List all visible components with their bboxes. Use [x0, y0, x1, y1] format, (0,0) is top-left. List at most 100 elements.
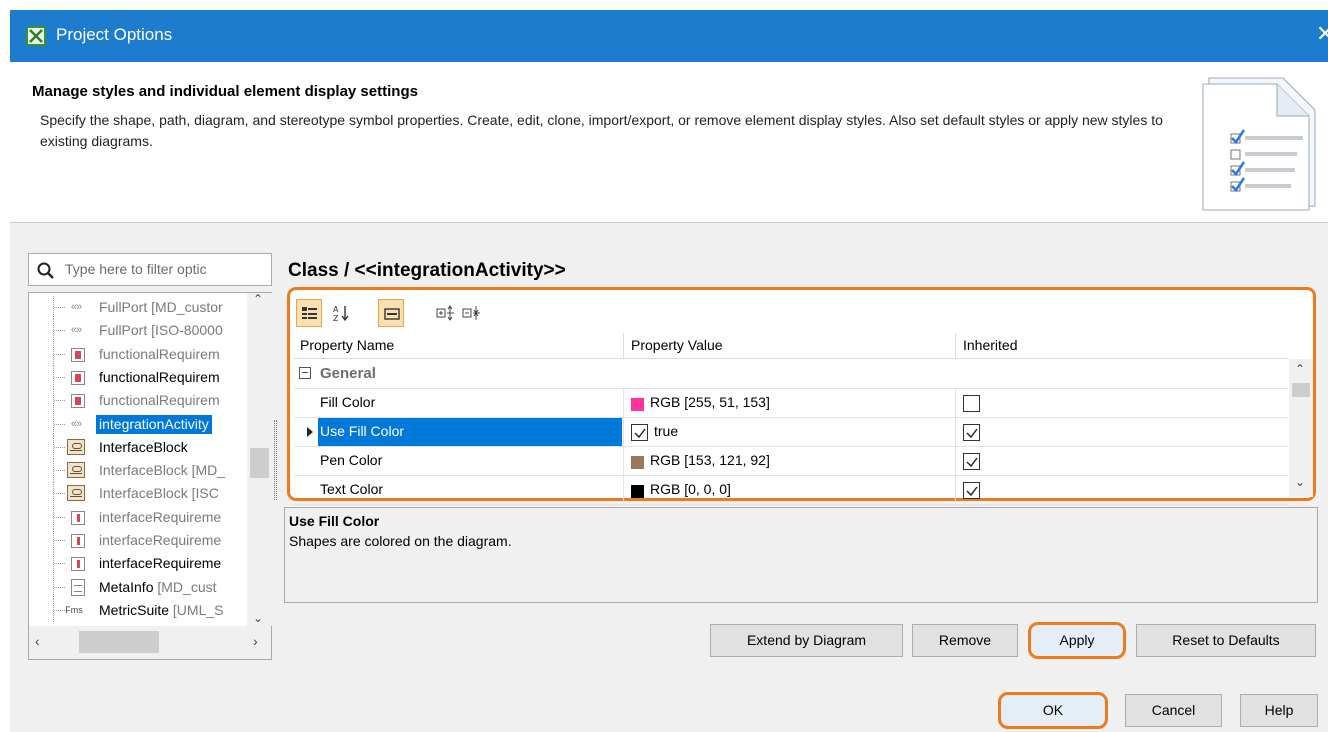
scroll-down-icon[interactable]: ⌄: [253, 611, 263, 625]
tree-scroll-thumb[interactable]: [250, 448, 269, 478]
tree-item[interactable]: functionalRequirem: [29, 365, 259, 389]
stereotype-icon: «»: [70, 301, 82, 313]
pane-splitter[interactable]: [274, 420, 277, 500]
tree-item[interactable]: Fms MetricSuite [UML_S: [29, 598, 259, 622]
tree-item[interactable]: InterfaceBlock [ISC: [29, 482, 259, 506]
search-icon: [37, 262, 54, 279]
title-bar: Project Options ✕: [10, 10, 1328, 62]
metric-suite-icon: Fms: [65, 604, 83, 615]
reset-to-defaults-button[interactable]: Reset to Defaults: [1136, 624, 1316, 657]
tree-vertical-scrollbar[interactable]: ⌃ ⌄: [247, 292, 272, 626]
property-toolbar: A Z: [292, 292, 1292, 332]
property-value-checkbox[interactable]: [631, 424, 648, 441]
filter-placeholder: Type here to filter optic: [65, 261, 207, 277]
svg-text:Z: Z: [333, 314, 339, 322]
tree-item[interactable]: functionalRequirem: [29, 342, 259, 366]
window-title: Project Options: [56, 25, 173, 44]
tree-item-label: interfaceRequireme: [99, 555, 222, 572]
tree-item-label: FullPort [MD_custor: [99, 299, 223, 315]
expand-all-button[interactable]: [432, 299, 458, 327]
requirement-icon: [71, 347, 85, 362]
sort-alphabetical-button[interactable]: A Z: [328, 299, 354, 327]
tree-item-label: functionalRequirem: [99, 368, 220, 385]
collapse-group-icon[interactable]: −: [299, 367, 311, 379]
description-icon: [384, 308, 400, 320]
property-row[interactable]: Pen Color RGB [153, 121, 92]: [294, 447, 1288, 476]
categorized-icon: [302, 307, 317, 319]
tree-item[interactable]: «» FullPort [MD_custor: [29, 296, 259, 319]
color-swatch: [631, 456, 644, 469]
property-description-box: Use Fill Color Shapes are colored on the…: [284, 507, 1318, 603]
scroll-left-icon[interactable]: ‹: [35, 633, 40, 649]
tree-item[interactable]: interfaceRequireme: [29, 505, 259, 529]
tree-item[interactable]: functionalRequirem: [29, 389, 259, 413]
property-row[interactable]: Use Fill Color true: [294, 418, 1288, 447]
property-table-scrollbar[interactable]: ⌃ ⌄: [1289, 359, 1313, 497]
scroll-up-icon[interactable]: ⌃: [1295, 362, 1305, 376]
expand-all-icon: [436, 305, 454, 321]
tree-item-label: interfaceRequireme: [99, 508, 222, 525]
extend-by-diagram-button[interactable]: Extend by Diagram: [710, 624, 903, 657]
tree-item[interactable]: InterfaceBlock [MD_: [29, 459, 259, 483]
property-row[interactable]: Text Color RGB [0, 0, 0]: [294, 476, 1288, 505]
tree-item[interactable]: «» integrationActivity: [29, 412, 259, 436]
group-row-general[interactable]: − General: [294, 360, 1288, 389]
property-value[interactable]: true: [654, 423, 678, 439]
requirement-icon: [71, 370, 85, 385]
tree-item-label: functionalRequirem: [99, 392, 220, 409]
scroll-right-icon[interactable]: ›: [253, 633, 258, 649]
inherited-checkbox[interactable]: [963, 424, 980, 441]
categorized-view-button[interactable]: [296, 299, 322, 327]
tree-item-label: InterfaceBlock: [99, 438, 188, 455]
description-title: Use Fill Color: [289, 513, 380, 529]
tree-item[interactable]: «» FullPort [ISO-80000: [29, 319, 259, 343]
ok-button[interactable]: OK: [998, 692, 1108, 729]
header-title: Manage styles and individual element dis…: [32, 83, 418, 100]
inherited-checkbox[interactable]: [963, 482, 980, 499]
remove-button[interactable]: Remove: [912, 624, 1018, 657]
checklist-illustration-icon: [1197, 74, 1321, 214]
tree-item[interactable]: MetaInfo [MD_cust: [29, 575, 259, 599]
interface-block-icon: [67, 485, 85, 502]
cancel-button[interactable]: Cancel: [1125, 694, 1222, 727]
inherited-checkbox[interactable]: [963, 453, 980, 470]
tree-item[interactable]: interfaceRequireme: [29, 552, 259, 576]
color-swatch: [631, 485, 644, 498]
help-button[interactable]: Help: [1240, 694, 1318, 727]
filter-input[interactable]: Type here to filter optic: [28, 253, 272, 286]
property-scroll-thumb[interactable]: [1292, 383, 1310, 397]
tree-item-label: InterfaceBlock [ISC: [99, 485, 219, 502]
tree-item-label: InterfaceBlock [MD_: [99, 462, 226, 479]
stereotype-icon: «»: [70, 417, 82, 430]
interface-block-icon: [67, 438, 85, 455]
inherited-checkbox[interactable]: [963, 395, 980, 412]
tree-item[interactable]: InterfaceBlock: [29, 435, 259, 459]
current-row-marker-icon: [307, 427, 313, 437]
header-panel: Manage styles and individual element dis…: [10, 62, 1328, 223]
tree-hscroll-thumb[interactable]: [79, 631, 159, 653]
column-property-name[interactable]: Property Name: [300, 337, 394, 353]
stereotype-icon: «»: [70, 324, 82, 337]
column-inherited[interactable]: Inherited: [963, 337, 1017, 353]
property-value[interactable]: RGB [255, 51, 153]: [650, 394, 770, 410]
property-value[interactable]: RGB [0, 0, 0]: [650, 481, 731, 497]
close-icon[interactable]: ✕: [1316, 22, 1328, 46]
tree-horizontal-scrollbar[interactable]: ‹ ›: [29, 626, 271, 659]
property-panel: A Z Property Name Property Value Inherit…: [287, 287, 1316, 505]
tree-item-label: MetricSuite [UML_S: [99, 601, 224, 618]
apply-button[interactable]: Apply: [1028, 622, 1126, 659]
scroll-up-icon[interactable]: ⌃: [253, 292, 263, 306]
property-table-header: Property Name Property Value Inherited: [294, 333, 1288, 359]
property-value[interactable]: RGB [153, 121, 92]: [650, 452, 770, 468]
tree-item[interactable]: interfaceRequireme: [29, 529, 259, 552]
description-toggle-button[interactable]: [378, 299, 404, 327]
property-row[interactable]: Fill Color RGB [255, 51, 153]: [294, 389, 1288, 418]
sort-az-icon: A Z: [333, 305, 349, 322]
tree-item-label: integrationActivity: [96, 414, 212, 434]
scroll-down-icon[interactable]: ⌄: [1295, 475, 1305, 489]
options-tree[interactable]: «» FullPort [MD_custor «» FullPort [ISO-800…: [28, 292, 272, 660]
column-property-value[interactable]: Property Value: [631, 337, 723, 353]
collapse-all-icon: [462, 306, 480, 320]
color-swatch: [631, 398, 644, 411]
collapse-all-button[interactable]: [458, 299, 484, 327]
